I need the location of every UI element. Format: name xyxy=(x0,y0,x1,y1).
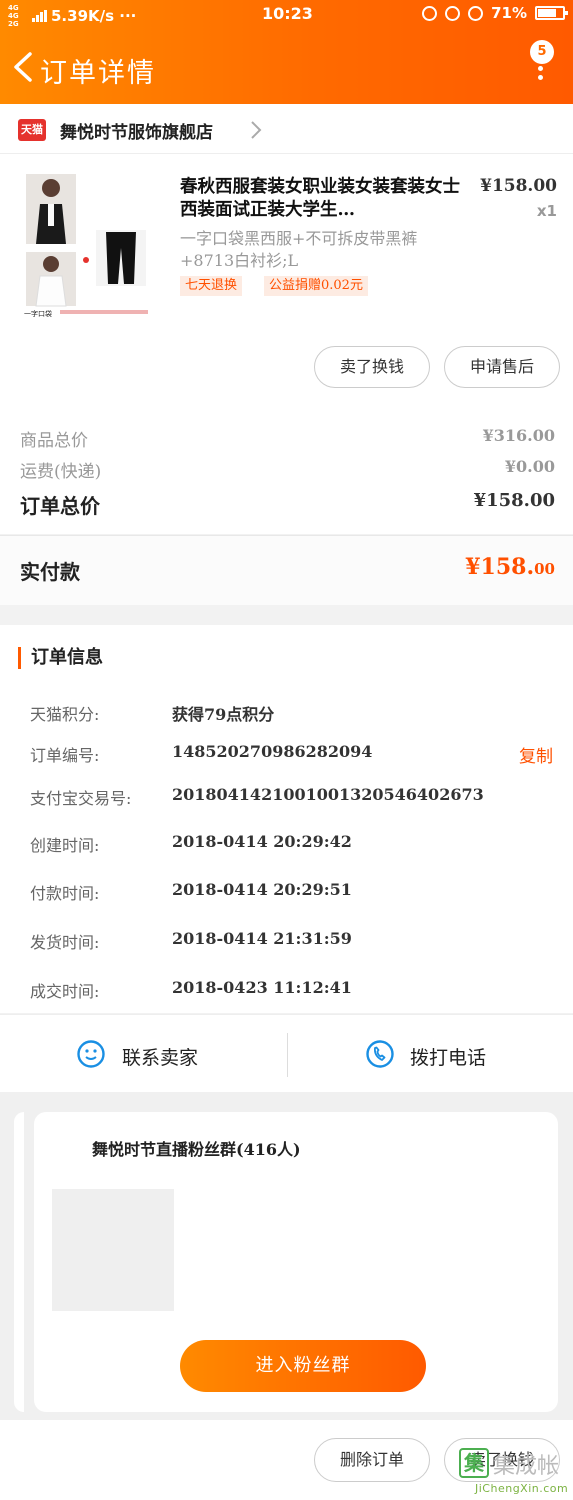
call-button[interactable]: 拨打电话 xyxy=(287,1015,573,1093)
product-thumbnail[interactable]: 一字口袋 xyxy=(22,168,152,318)
info-label: 付款时间: xyxy=(30,884,100,903)
info-row-created: 创建时间: 2018-0414 20:29:42 xyxy=(0,832,573,858)
chat-face-icon xyxy=(77,1040,105,1068)
after-sale-button[interactable]: 申请售后 xyxy=(444,346,560,388)
watermark-url: JiChengXin.com xyxy=(475,1482,569,1495)
back-arrow-icon xyxy=(14,52,32,82)
phone-icon xyxy=(366,1040,394,1068)
join-fan-group-button[interactable]: 进入粉丝群 xyxy=(180,1340,426,1392)
battery-icon xyxy=(535,6,568,20)
fan-group-image xyxy=(52,1189,174,1311)
info-row-shipped: 发货时间: 2018-0414 21:31:59 xyxy=(0,929,573,955)
fan-group-section: 舞悦时节直播粉丝群(416人) 进入粉丝群 xyxy=(0,1092,573,1420)
tmall-logo: 天猫 xyxy=(18,119,46,141)
product-card[interactable]: 一字口袋 春秋西服套装女职业装女装套装女士西装面试正装大学生… 一字口袋黑西服+… xyxy=(0,154,573,410)
resell-button[interactable]: 卖了换钱 xyxy=(314,346,430,388)
order-total-row: 订单总价 ¥158.00 xyxy=(0,490,573,520)
delete-order-button[interactable]: 删除订单 xyxy=(314,1438,430,1482)
info-row-paid: 付款时间: 2018-0414 20:29:51 xyxy=(0,880,573,906)
info-row-alipay: 支付宝交易号: 2018041421001001320546402673 xyxy=(0,785,573,811)
tag-charity: 公益捐赠0.02元 xyxy=(264,276,368,296)
shop-row[interactable]: 天猫 舞悦时节服饰旗舰店 xyxy=(0,104,573,154)
shipping-row: 运费(快递) ¥0.00 xyxy=(0,457,573,487)
card-edge xyxy=(14,1112,24,1412)
network-speed: 5.39K/s ··· xyxy=(51,7,137,25)
status-right: 71% xyxy=(422,4,568,22)
info-value: 2018-0414 20:29:42 xyxy=(172,832,352,851)
paid-cents: 00 xyxy=(534,560,555,578)
product-image: 一字口袋 xyxy=(24,174,148,318)
order-total-label: 订单总价 xyxy=(20,494,100,518)
tag-seven-day-return: 七天退换 xyxy=(180,276,243,296)
product-spec: 一字口袋黑西服+不可拆皮带黑裤+8713白衬衫;L xyxy=(180,229,418,270)
goods-total-label: 商品总价 xyxy=(20,431,88,451)
app-header: 4G 4G 2G 5.39K/s ··· 10:23 71% 订单详情 5 xyxy=(0,0,573,104)
contact-seller-button[interactable]: 联系卖家 xyxy=(0,1015,286,1093)
status-bar: 4G 4G 2G 5.39K/s ··· 10:23 71% xyxy=(0,0,573,28)
info-row-completed: 成交时间: 2018-0423 11:12:41 xyxy=(0,978,573,1004)
paid-label: 实付款 xyxy=(20,560,80,584)
product-price: ¥158.00 xyxy=(480,176,557,196)
call-label: 拨打电话 xyxy=(410,1047,487,1069)
order-number: 148520270986282094 xyxy=(172,742,373,761)
status-left: 4G 4G 2G 5.39K/s ··· xyxy=(8,4,136,28)
info-row-points: 天猫积分: 获得79点积分 xyxy=(0,701,573,727)
more-button[interactable]: 5 xyxy=(522,40,562,90)
product-qty: x1 xyxy=(536,202,557,220)
info-label: 成交时间: xyxy=(30,982,100,1001)
order-total-value: ¥158.00 xyxy=(473,490,555,511)
watermark: 集 集成帐 JiChengXin.com xyxy=(453,1444,571,1498)
paid-value: ¥158.00 xyxy=(465,554,555,580)
more-dots-icon xyxy=(538,66,544,84)
paid-row: 实付款 ¥158.00 xyxy=(0,535,573,605)
info-value: 2018041421001001320546402673 xyxy=(172,785,484,804)
goods-total-value: ¥316.00 xyxy=(482,426,555,445)
order-info: 订单信息 天猫积分: 获得79点积分 订单编号: 148520270986282… xyxy=(0,625,573,1013)
alarm-icon xyxy=(468,5,484,21)
message-badge: 5 xyxy=(530,40,554,64)
shipping-value: ¥0.00 xyxy=(504,457,555,476)
copy-order-number-button[interactable]: 复制 xyxy=(519,742,553,767)
info-row-order-number: 订单编号: 148520270986282094 复制 xyxy=(0,742,573,768)
headset-icon xyxy=(422,5,438,21)
order-info-heading: 订单信息 xyxy=(18,647,103,669)
network-type: 4G 4G 2G xyxy=(8,4,19,28)
info-value: 2018-0423 11:12:41 xyxy=(172,978,352,997)
battery-percent: 71% xyxy=(491,4,527,22)
shop-name[interactable]: 舞悦时节服饰旗舰店 xyxy=(60,118,213,143)
info-label: 天猫积分: xyxy=(30,705,100,724)
price-summary: 商品总价 ¥316.00 运费(快递) ¥0.00 订单总价 ¥158.00 xyxy=(0,410,573,534)
fan-group-title: 舞悦时节直播粉丝群(416人) xyxy=(92,1140,301,1159)
page-title: 订单详情 xyxy=(40,58,156,89)
info-value: 2018-0414 21:31:59 xyxy=(172,929,352,948)
paid-main: ¥158. xyxy=(465,554,535,580)
info-value: 2018-0414 20:29:51 xyxy=(172,880,352,899)
info-label: 支付宝交易号: xyxy=(30,789,132,808)
bell-off-icon xyxy=(445,5,461,21)
info-value: 获得79点积分 xyxy=(172,705,275,724)
product-title[interactable]: 春秋西服套装女职业装女装套装女士西装面试正装大学生… xyxy=(180,176,462,222)
shipping-label: 运费(快递) xyxy=(20,462,102,482)
contact-seller-label: 联系卖家 xyxy=(122,1047,199,1069)
signal-icon xyxy=(32,10,47,22)
contact-bar: 联系卖家 拨打电话 xyxy=(0,1014,573,1092)
info-label: 订单编号: xyxy=(30,746,100,765)
nav-bar: 订单详情 5 xyxy=(0,40,573,96)
status-time: 10:23 xyxy=(262,4,313,23)
info-label: 发货时间: xyxy=(30,933,100,952)
chevron-right-icon xyxy=(251,121,262,139)
fan-group-card: 舞悦时节直播粉丝群(416人) 进入粉丝群 xyxy=(34,1112,558,1412)
watermark-text: 集成帐 xyxy=(493,1454,560,1479)
info-label: 创建时间: xyxy=(30,836,100,855)
back-button[interactable] xyxy=(10,50,40,84)
goods-total-row: 商品总价 ¥316.00 xyxy=(0,426,573,456)
thumb-caption: 一字口袋 xyxy=(24,309,52,318)
watermark-logo: 集 xyxy=(459,1448,489,1478)
